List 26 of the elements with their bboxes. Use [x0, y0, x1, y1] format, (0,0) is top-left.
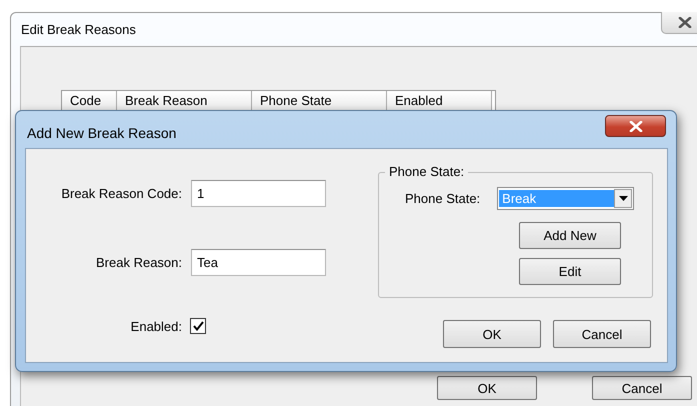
- cancel-button[interactable]: Cancel: [592, 376, 692, 400]
- dialog-title: Add New Break Reason: [27, 124, 176, 140]
- close-icon: [678, 17, 692, 28]
- group-title: Phone State:: [385, 164, 468, 179]
- ok-button[interactable]: OK: [443, 320, 541, 348]
- input-field[interactable]: Tea: [191, 249, 326, 276]
- ok-button[interactable]: OK: [437, 376, 537, 400]
- check-icon: [192, 321, 204, 331]
- add-new-button[interactable]: Add New: [519, 222, 621, 249]
- close-button[interactable]: [661, 12, 697, 34]
- caret-icon: [618, 196, 628, 201]
- column-header[interactable]: Break Reason: [117, 91, 252, 110]
- input-field[interactable]: 1: [191, 180, 326, 207]
- window-title: Edit Break Reasons: [21, 22, 136, 37]
- cancel-button[interactable]: Cancel: [553, 320, 651, 348]
- checkbox[interactable]: [190, 318, 206, 334]
- field-label: Break Reason:: [96, 255, 183, 270]
- checkbox-label: Enabled:: [130, 318, 183, 334]
- column-header[interactable]: Enabled: [387, 91, 492, 110]
- edit-button[interactable]: Edit: [519, 258, 621, 285]
- close-icon: [628, 120, 642, 132]
- close-button[interactable]: [605, 115, 666, 137]
- column-header[interactable]: Phone State: [252, 91, 387, 110]
- field-label: Break Reason Code:: [61, 186, 183, 201]
- field-label: Phone State:: [405, 191, 480, 206]
- column-header[interactable]: Code: [62, 91, 117, 110]
